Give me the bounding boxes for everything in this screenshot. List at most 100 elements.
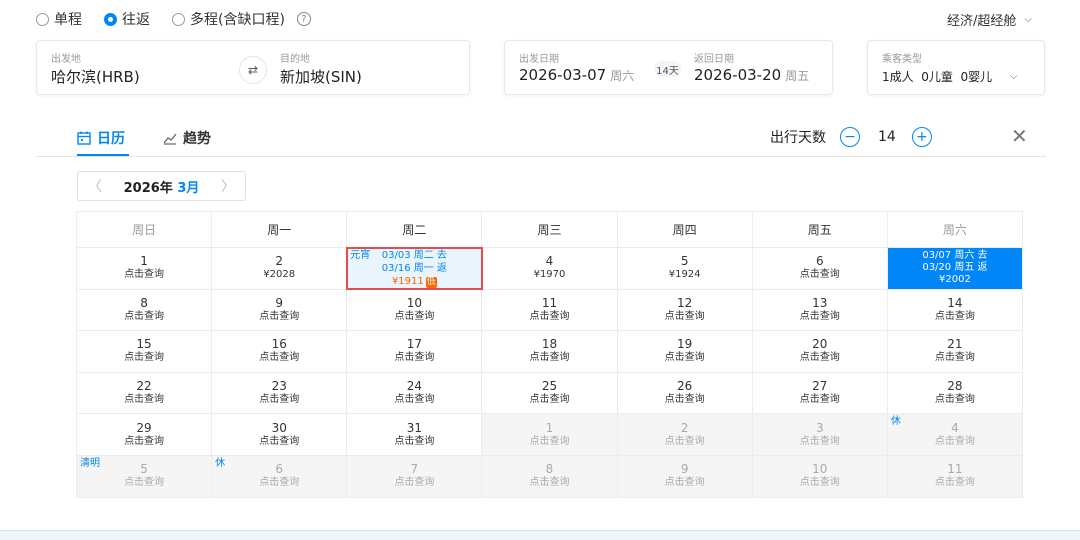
- calendar-day[interactable]: 8 点击查询: [481, 454, 618, 498]
- calendar-day[interactable]: 17 点击查询: [346, 330, 483, 373]
- calendar-day[interactable]: 31 点击查询: [346, 413, 483, 456]
- calendar-day[interactable]: 22 点击查询: [75, 371, 213, 415]
- depart-date-field[interactable]: 2026-03-07 周六: [519, 66, 634, 84]
- day-number: 31: [406, 420, 422, 435]
- weekday-header: 周日: [75, 211, 213, 248]
- calendar-day[interactable]: 5 ¥1924: [616, 247, 753, 290]
- calendar-day[interactable]: 13 点击查询: [751, 288, 888, 332]
- trip-type-roundtrip[interactable]: 往返: [104, 9, 150, 29]
- day-number: 10: [406, 295, 422, 310]
- price-value: ¥1911: [391, 275, 424, 287]
- day-number: 9: [275, 295, 284, 310]
- help-icon[interactable]: ?: [296, 12, 311, 26]
- day-price: 点击查询: [934, 310, 975, 322]
- passenger-panel[interactable]: 乘客类型 1成人 0儿童 0婴儿: [867, 40, 1045, 95]
- origin-field[interactable]: 哈尔滨(HRB): [51, 66, 140, 87]
- calendar-day[interactable]: 20 点击查询: [751, 330, 888, 373]
- calendar-day[interactable]: 28 点击查询: [886, 371, 1024, 415]
- tab-calendar[interactable]: 日历: [77, 128, 125, 148]
- day-price: 点击查询: [664, 477, 705, 489]
- day-number: 2: [680, 420, 689, 435]
- calendar-icon: [77, 131, 91, 145]
- calendar-day[interactable]: 27 点击查询: [751, 371, 888, 415]
- day-price: 点击查询: [124, 477, 165, 489]
- day-price: 点击查询: [799, 435, 840, 447]
- calendar-day[interactable]: 15 点击查询: [75, 330, 213, 373]
- calendar-day[interactable]: 19 点击查询: [616, 330, 753, 373]
- calendar-day[interactable]: 29 点击查询: [75, 413, 213, 456]
- calendar-day[interactable]: 7 点击查询: [346, 454, 483, 498]
- day-price: 点击查询: [394, 310, 435, 322]
- calendar-day[interactable]: 9 点击查询: [616, 454, 753, 498]
- calendar-day-selected[interactable]: 03/07 周六 去 03/20 周五 返 ¥2002: [886, 247, 1024, 290]
- decrease-days-button[interactable]: −: [840, 127, 860, 147]
- calendar-day[interactable]: 8 点击查询: [75, 288, 213, 332]
- calendar-day[interactable]: 2 点击查询: [616, 413, 753, 456]
- calendar-day-highlighted[interactable]: 元宵 03/03 周二 去 03/16 周一 返 ¥1911 低: [345, 246, 483, 291]
- increase-days-button[interactable]: +: [911, 127, 932, 147]
- calendar-day[interactable]: 4 ¥1970: [481, 247, 618, 290]
- day-price: ¥2002: [939, 274, 971, 286]
- day-price: 点击查询: [529, 477, 570, 489]
- calendar-day[interactable]: 休 6 点击查询: [211, 454, 348, 498]
- day-price: 点击查询: [259, 435, 300, 447]
- calendar-day[interactable]: 休 4 点击查询: [886, 413, 1024, 456]
- calendar-day[interactable]: 11 点击查询: [886, 454, 1024, 498]
- return-line: 03/20 周五 返: [922, 262, 988, 274]
- calendar-day[interactable]: 9 点击查询: [211, 288, 348, 332]
- calendar-day[interactable]: 10 点击查询: [751, 454, 888, 498]
- day-price: 点击查询: [799, 310, 840, 322]
- calendar-day[interactable]: 1 点击查询: [481, 413, 618, 456]
- tab-trend[interactable]: 趋势: [163, 128, 211, 148]
- calendar-day[interactable]: 18 点击查询: [481, 330, 618, 373]
- day-price: ¥1911 低: [347, 275, 481, 288]
- day-number: 26: [676, 379, 693, 394]
- swap-cities-icon[interactable]: ⇄: [239, 56, 267, 84]
- calendar-day[interactable]: 11 点击查询: [481, 288, 618, 332]
- day-number: 2: [275, 254, 284, 269]
- day-price: 点击查询: [529, 310, 570, 322]
- calendar-day[interactable]: 10 点击查询: [346, 288, 483, 332]
- calendar-day[interactable]: 清明 5 点击查询: [75, 454, 213, 498]
- calendar-day[interactable]: 6 点击查询: [751, 247, 888, 290]
- prev-month-icon[interactable]: 〈: [88, 176, 102, 196]
- radio-icon: [172, 12, 185, 26]
- day-number: 1: [140, 254, 148, 269]
- origin-label: 出发地: [51, 54, 81, 65]
- cabin-select[interactable]: 经济/超经舱 ⌵: [947, 10, 1032, 29]
- return-date-field[interactable]: 2026-03-20 周五: [694, 66, 809, 84]
- calendar-day[interactable]: 24 点击查询: [346, 371, 483, 415]
- calendar-day[interactable]: 12 点击查询: [616, 288, 753, 332]
- weekday-header: 周四: [616, 211, 753, 248]
- tab-divider: [36, 156, 1046, 157]
- trip-type-multicity[interactable]: 多程(含缺口程): [172, 9, 285, 29]
- return-line: 03/16 周一 返: [381, 262, 447, 274]
- day-price: 点击查询: [799, 352, 840, 364]
- calendar-day[interactable]: 1 点击查询: [75, 247, 213, 290]
- day-price: 点击查询: [124, 269, 165, 281]
- trip-duration-badge: 14天: [654, 61, 681, 77]
- day-number: 24: [406, 379, 422, 394]
- next-month-icon[interactable]: 〉: [221, 176, 235, 196]
- calendar-day[interactable]: 30 点击查询: [211, 413, 348, 456]
- calendar-day[interactable]: 14 点击查询: [886, 288, 1024, 332]
- calendar-day[interactable]: 16 点击查询: [211, 330, 348, 373]
- close-icon[interactable]: ✕: [1011, 124, 1028, 148]
- day-number: 25: [541, 379, 558, 394]
- calendar-day[interactable]: 2 ¥2028: [211, 247, 348, 290]
- calendar-day[interactable]: 25 点击查询: [481, 371, 618, 415]
- day-price: 点击查询: [394, 394, 435, 406]
- depart-label: 出发日期: [519, 54, 559, 65]
- low-price-badge: 低: [425, 276, 437, 288]
- calendar-day[interactable]: 23 点击查询: [211, 371, 348, 415]
- calendar-day[interactable]: 26 点击查询: [616, 371, 753, 415]
- trip-type-oneway[interactable]: 单程: [36, 9, 82, 29]
- calendar-day[interactable]: 21 点击查询: [886, 330, 1024, 373]
- day-number: 14: [947, 295, 963, 310]
- chevron-down-icon[interactable]: ⌵: [1010, 71, 1018, 82]
- weekday-header: 周一: [211, 211, 348, 248]
- destination-field[interactable]: 新加坡(SIN): [280, 66, 362, 87]
- day-price: 点击查询: [934, 435, 975, 447]
- calendar-day[interactable]: 3 点击查询: [751, 413, 888, 456]
- day-number: 5: [680, 254, 689, 269]
